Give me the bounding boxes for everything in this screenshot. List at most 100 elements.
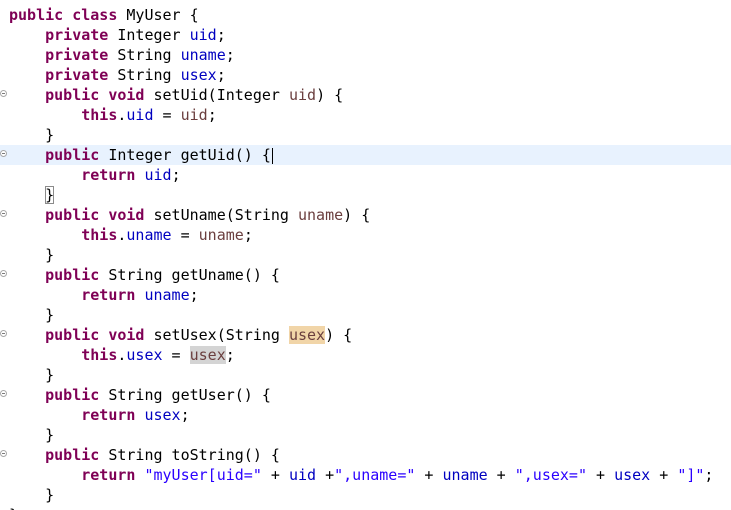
code-token: usex [180, 66, 217, 84]
code-line[interactable]: } [0, 125, 731, 145]
code-text: return uid; [9, 165, 181, 185]
code-token: String [108, 66, 181, 84]
code-line[interactable]: } [0, 485, 731, 505]
code-line[interactable]: return usex; [0, 405, 731, 425]
code-text: } [9, 425, 54, 445]
code-token: } [9, 506, 18, 510]
code-text: } [9, 125, 54, 145]
code-line[interactable]: public class MyUser { [0, 5, 731, 25]
code-token: uid [189, 26, 217, 44]
code-token: uname [144, 286, 190, 304]
code-token: + [650, 466, 678, 484]
code-token: this [81, 106, 118, 124]
code-token: uname [198, 226, 244, 244]
code-line[interactable]: return uname; [0, 285, 731, 305]
code-line[interactable]: private String uname; [0, 45, 731, 65]
code-token: uid [288, 86, 317, 104]
code-editor[interactable]: public class MyUser { private Integer ui… [0, 0, 731, 510]
code-token: "]" [677, 466, 705, 484]
code-token: uid [288, 466, 317, 484]
code-text: } [9, 305, 54, 325]
code-token: ; [171, 166, 181, 184]
code-token: + [415, 466, 443, 484]
fold-collapse-icon[interactable] [0, 450, 7, 457]
code-token: this [81, 226, 118, 244]
fold-collapse-icon[interactable] [0, 210, 7, 217]
code-line[interactable]: } [0, 505, 731, 510]
code-line[interactable]: public void setUsex(String usex) { [0, 325, 731, 345]
code-line[interactable]: private Integer uid; [0, 25, 731, 45]
code-line[interactable]: public String getUser() { [0, 385, 731, 405]
code-text: private String uname; [9, 45, 235, 65]
code-line[interactable]: public Integer getUid() { [0, 145, 731, 165]
code-token: public [45, 266, 100, 284]
code-token: ; [225, 46, 235, 64]
code-token: uid [180, 106, 208, 124]
code-token: ) { [343, 206, 371, 224]
fold-collapse-icon[interactable] [0, 150, 7, 157]
code-line[interactable]: public String getUname() { [0, 265, 731, 285]
code-token: uname [442, 466, 488, 484]
code-text: return usex; [9, 405, 189, 425]
code-token: ; [225, 346, 235, 364]
code-line[interactable]: public void setUname(String uname) { [0, 205, 731, 225]
fold-collapse-icon[interactable] [0, 270, 7, 277]
code-token: return [81, 406, 136, 424]
code-token: ; [189, 286, 199, 304]
code-text: public String getUname() { [9, 265, 280, 285]
code-token: public [45, 146, 100, 164]
code-token: } [45, 186, 55, 204]
code-line[interactable]: } [0, 305, 731, 325]
code-token: return [81, 286, 136, 304]
code-token: public void [45, 206, 145, 224]
code-line[interactable]: public void setUid(Integer uid) { [0, 85, 731, 105]
code-token: uname [298, 206, 344, 224]
code-line[interactable]: private String usex; [0, 65, 731, 85]
code-line[interactable]: } [0, 185, 731, 205]
code-text: private String usex; [9, 65, 226, 85]
fold-collapse-icon[interactable] [0, 330, 7, 337]
code-token: String [108, 46, 181, 64]
code-token: uname [126, 226, 172, 244]
code-text: } [9, 185, 55, 205]
code-token: public void [45, 326, 145, 344]
code-line[interactable]: } [0, 245, 731, 265]
code-line[interactable]: this.uname = uname; [0, 225, 731, 245]
code-text: } [9, 245, 54, 265]
code-token: usex [144, 406, 181, 424]
code-token: } [9, 126, 55, 144]
code-token: } [9, 246, 55, 264]
code-text: public Integer getUid() { [9, 145, 273, 165]
code-text: public void setUsex(String usex) { [9, 325, 352, 345]
code-token: return [81, 166, 136, 184]
code-token: ) { [325, 326, 353, 344]
code-token: + [487, 466, 515, 484]
code-line[interactable]: return uid; [0, 165, 731, 185]
code-line[interactable]: public String toString() { [0, 445, 731, 465]
code-line[interactable]: } [0, 365, 731, 385]
code-text: this.usex = usex; [9, 345, 235, 365]
code-line[interactable]: } [0, 425, 731, 445]
code-token: } [9, 486, 55, 504]
code-text: return uname; [9, 285, 199, 305]
code-token: usex [126, 346, 163, 364]
code-line[interactable]: this.usex = usex; [0, 345, 731, 365]
fold-collapse-icon[interactable] [0, 90, 7, 97]
fold-collapse-icon[interactable] [0, 390, 7, 397]
code-text: } [9, 485, 54, 505]
code-line[interactable]: this.uid = uid; [0, 105, 731, 125]
code-line[interactable]: return "myUser[uid=" + uid +",uname=" + … [0, 465, 731, 485]
code-text: public class MyUser { [9, 5, 199, 25]
code-token: MyUser { [117, 6, 199, 24]
